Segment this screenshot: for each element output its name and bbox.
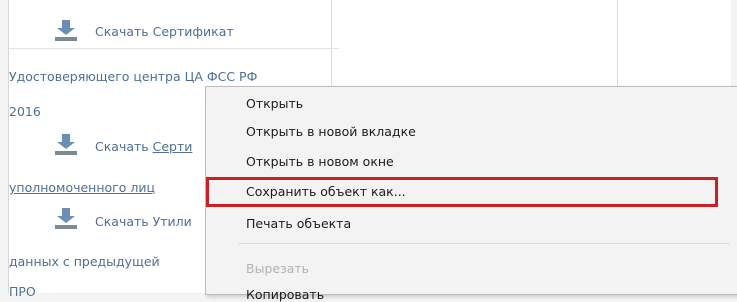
row-divider — [9, 48, 339, 49]
download-certificate-link[interactable]: Скачать Сертификат — [95, 24, 234, 39]
menu-item-cut: Вырезать — [246, 261, 310, 276]
download-link-2-prefix: Скачать — [95, 139, 149, 154]
download-link-2[interactable]: Скачать Серти — [95, 139, 192, 154]
menu-item-open-new-tab[interactable]: Открыть в новой вкладке — [246, 124, 416, 139]
menu-item-print[interactable]: Печать объекта — [246, 216, 351, 231]
menu-item-open-new-window[interactable]: Открыть в новом окне — [246, 154, 394, 169]
menu-separator — [238, 243, 730, 244]
authorized-person-text: уполномоченного лиц — [9, 180, 155, 195]
download-icon[interactable] — [55, 134, 77, 156]
context-menu: Открыть Открыть в новой вкладке Открыть … — [205, 86, 737, 302]
certificate-description: Удостоверяющего центра ЦА ФСС РФ — [9, 69, 258, 84]
download-link-2-partial[interactable]: Серти — [153, 139, 193, 154]
download-icon[interactable] — [55, 208, 77, 230]
menu-item-save-as[interactable]: Сохранить объект как... — [246, 184, 406, 199]
certificate-year: 2016 — [9, 104, 41, 119]
menu-item-open[interactable]: Открыть — [246, 96, 303, 111]
menu-item-copy[interactable]: Копировать — [246, 287, 324, 302]
previous-data-text: данных с предыдущей — [9, 254, 160, 269]
download-icon[interactable] — [55, 20, 77, 42]
download-utility-link[interactable]: Скачать Утили — [95, 214, 192, 229]
pro-text: ПРО — [9, 284, 36, 299]
